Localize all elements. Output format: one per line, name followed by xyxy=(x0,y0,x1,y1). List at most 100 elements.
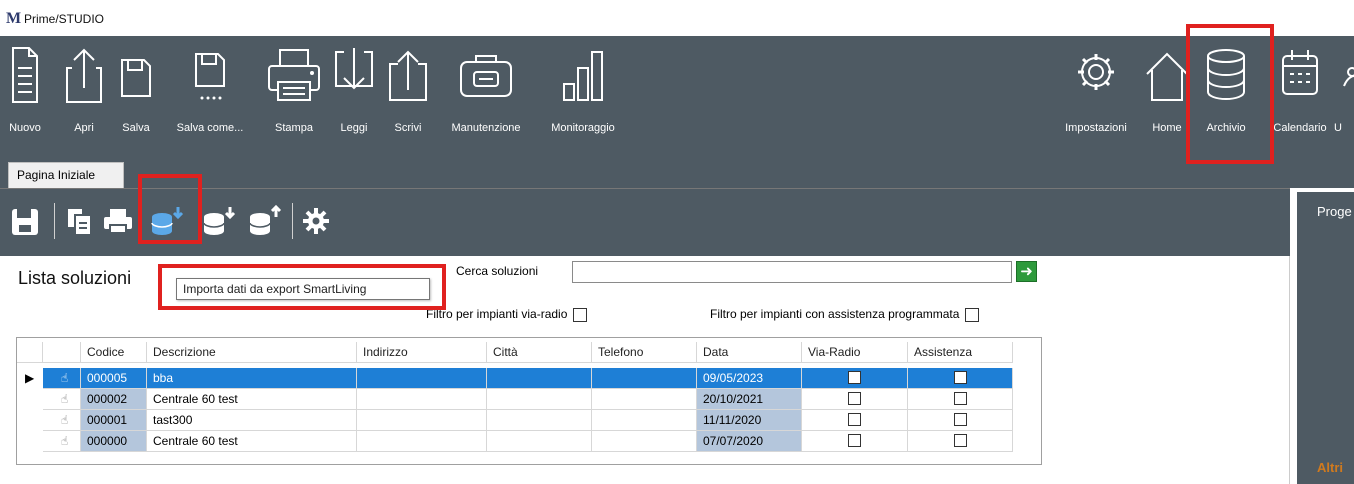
calendar-label: Calendario xyxy=(1273,122,1327,134)
column-header[interactable]: Descrizione xyxy=(147,342,357,363)
save-as-label: Salva come... xyxy=(176,122,244,134)
filter-radio-checkbox[interactable] xyxy=(573,307,588,322)
new-button[interactable]: Nuovo xyxy=(8,46,42,154)
import-smartliving-button[interactable] xyxy=(148,203,184,239)
title-bar: M Prime/STUDIO xyxy=(0,0,1354,36)
column-header[interactable]: Città xyxy=(487,342,592,363)
cell-descrizione: tast300 xyxy=(147,410,357,431)
column-header[interactable]: Codice xyxy=(81,342,147,363)
database-download-icon xyxy=(203,207,236,235)
monitoring-label: Monitoraggio xyxy=(551,122,615,134)
cell-codice: 000000 xyxy=(81,431,147,452)
new-document-icon xyxy=(12,47,38,103)
column-header[interactable]: Data xyxy=(697,342,802,363)
settings-small-button[interactable] xyxy=(298,203,334,239)
hand-pointer-icon: ☝ xyxy=(43,410,81,431)
printer-icon xyxy=(104,209,132,234)
list-title: Lista soluzioni xyxy=(18,268,132,288)
calendar-button[interactable]: Calendario xyxy=(1273,46,1327,154)
table-header: Codice Descrizione Indirizzo Città Telef… xyxy=(17,342,1041,363)
settings-button[interactable]: Impostazioni xyxy=(1065,46,1127,154)
filter-radio: Filtro per impianti via-radio xyxy=(426,307,588,322)
monitoring-button[interactable]: Monitoraggio xyxy=(551,46,615,154)
read-icon xyxy=(335,48,373,90)
cell-citta xyxy=(487,410,592,431)
cell-assistenza xyxy=(908,389,1013,410)
cell-descrizione: Centrale 60 test xyxy=(147,389,357,410)
cell-indirizzo xyxy=(357,431,487,452)
app-title: Prime/STUDIO xyxy=(24,12,105,26)
column-header[interactable]: Assistenza xyxy=(908,342,1013,363)
table-row[interactable]: ☝ 000000 Centrale 60 test 07/07/2020 xyxy=(17,431,1041,452)
printer-icon xyxy=(268,49,320,101)
cell-via-radio xyxy=(802,368,908,389)
main-ribbon: Nuovo Apri Salva Salva come... Stampa Le… xyxy=(0,36,1354,156)
save-as-button[interactable]: Salva come... xyxy=(177,46,243,154)
gear-icon xyxy=(303,208,329,234)
table-row[interactable]: ▶ ☝ 000005 bba 09/05/2023 xyxy=(17,368,1013,389)
user-icon xyxy=(1343,67,1354,87)
column-header[interactable]: Via-Radio xyxy=(802,342,908,363)
assistenza-checkbox[interactable] xyxy=(953,392,967,405)
open-button[interactable]: Apri xyxy=(64,46,104,154)
row-header xyxy=(17,431,43,452)
save-small-button[interactable] xyxy=(8,203,44,239)
cell-indirizzo xyxy=(357,368,487,389)
filter-assist: Filtro per impianti con assistenza progr… xyxy=(710,307,980,322)
write-button[interactable]: Scrivi xyxy=(386,46,430,154)
cell-indirizzo xyxy=(357,389,487,410)
maintenance-button[interactable]: Manutenzione xyxy=(451,46,521,154)
archive-label: Archivio xyxy=(1206,122,1246,134)
search-input[interactable] xyxy=(572,261,1012,283)
search-go-button[interactable]: ➜ xyxy=(1016,261,1037,282)
tab-pagina-iniziale[interactable]: Pagina Iniziale xyxy=(8,162,124,188)
row-header xyxy=(17,389,43,410)
via-radio-checkbox[interactable] xyxy=(848,371,861,384)
hand-pointer-icon: ☝ xyxy=(43,389,81,410)
open-icon xyxy=(66,48,102,103)
user-label: U xyxy=(1334,122,1342,134)
via-radio-checkbox[interactable] xyxy=(848,434,861,447)
floppy-icon xyxy=(12,209,38,235)
filter-radio-label: Filtro per impianti via-radio xyxy=(426,307,568,321)
via-radio-checkbox[interactable] xyxy=(848,413,861,426)
cell-data: 20/10/2021 xyxy=(697,389,802,410)
hand-pointer-icon: ☝ xyxy=(43,431,81,452)
assistenza-checkbox[interactable] xyxy=(953,434,967,447)
table-row[interactable]: ☝ 000002 Centrale 60 test 20/10/2021 xyxy=(17,389,1041,410)
cell-telefono xyxy=(592,368,697,389)
solutions-grid: Codice Descrizione Indirizzo Città Telef… xyxy=(16,337,1042,465)
row-header-corner xyxy=(17,342,43,363)
save-button[interactable]: Salva xyxy=(118,46,154,154)
calendar-icon xyxy=(1282,50,1318,95)
home-button[interactable]: Home xyxy=(1144,46,1190,154)
bar-chart-icon xyxy=(563,51,603,101)
export-button[interactable] xyxy=(200,203,236,239)
column-header[interactable]: Telefono xyxy=(592,342,697,363)
app-logo: M xyxy=(6,10,22,27)
table-row[interactable]: ☝ 000001 tast300 11/11/2020 xyxy=(17,410,1041,431)
user-button[interactable]: U xyxy=(1334,46,1354,154)
import-tooltip: Importa dati da export SmartLiving xyxy=(176,278,430,300)
row-header xyxy=(17,410,43,431)
upload-button[interactable] xyxy=(246,203,282,239)
archive-button[interactable]: Archivio xyxy=(1204,46,1248,154)
read-button[interactable]: Leggi xyxy=(332,46,376,154)
hand-pointer-icon: ☝ xyxy=(43,368,81,389)
filter-assist-checkbox[interactable] xyxy=(965,307,980,322)
cell-codice: 000001 xyxy=(81,410,147,431)
column-header[interactable]: Indirizzo xyxy=(357,342,487,363)
via-radio-checkbox[interactable] xyxy=(848,392,861,405)
print-small-button[interactable] xyxy=(100,203,136,239)
filter-assist-label: Filtro per impianti con assistenza progr… xyxy=(710,307,960,321)
print-button[interactable]: Stampa xyxy=(266,46,322,154)
search-label: Cerca soluzioni xyxy=(456,264,539,278)
secondary-toolbar xyxy=(0,188,1290,256)
icon-column-header xyxy=(43,342,81,363)
cell-descrizione: Centrale 60 test xyxy=(147,431,357,452)
assistenza-checkbox[interactable] xyxy=(953,371,967,384)
right-panel-title: Proge xyxy=(1317,204,1352,219)
assistenza-checkbox[interactable] xyxy=(953,413,967,426)
copy-button[interactable] xyxy=(62,203,98,239)
cell-assistenza xyxy=(908,410,1013,431)
